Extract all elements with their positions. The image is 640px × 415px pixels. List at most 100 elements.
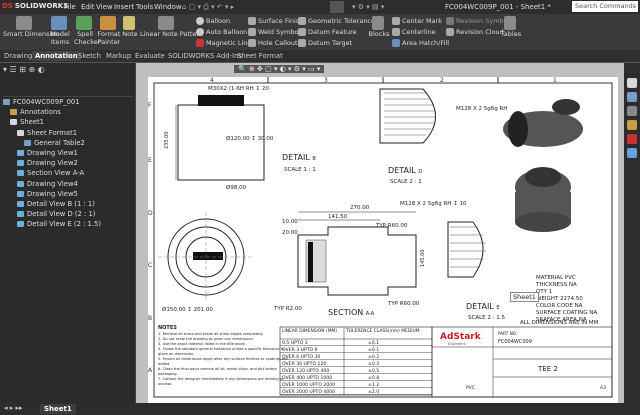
tab-evaluate[interactable]: Evaluate <box>132 51 168 61</box>
appearances-icon[interactable] <box>627 134 637 144</box>
section-view-a-a[interactable]: 270.00 141.50 10.00 20.00 TYP R60.00 TYP… <box>273 205 426 317</box>
table-cell: OVER 3 UPTO 6 <box>282 347 318 353</box>
smart-dimension-button[interactable]: Smart Dimension <box>3 16 59 38</box>
surface-finish-button[interactable]: Surface Finish <box>248 17 303 25</box>
area-hatch-fill-button[interactable]: Area Hatch/Fill <box>392 39 449 47</box>
menu-edit[interactable]: Edit <box>81 3 95 11</box>
blocks-icon <box>372 16 384 30</box>
tree-item[interactable]: Drawing View4 <box>17 180 78 188</box>
auto-balloon-button[interactable]: Auto Balloon <box>196 28 247 36</box>
magnetic-line-button[interactable]: Magnetic Line <box>196 39 251 47</box>
tree-node-icon <box>17 150 24 156</box>
search-commands-input[interactable]: Search Commands <box>572 1 638 12</box>
select-icon[interactable] <box>330 1 344 13</box>
grid-left-a: A <box>148 367 153 374</box>
tree-item[interactable]: Sheet Format1 <box>17 129 77 137</box>
menu-tools[interactable]: Tools <box>136 3 153 11</box>
general-notes[interactable]: NOTES 1. Remove all sharp and break all … <box>158 325 289 386</box>
sheet-size: A3 <box>600 385 606 391</box>
tolerance-table[interactable]: LINEAR DIMENSION (MM) TOLERENCE CLASS(mm… <box>279 326 433 396</box>
tree-item[interactable]: Detail View E (2 : 1.5) <box>17 220 101 228</box>
revision-cloud-icon <box>446 28 454 36</box>
datum-feature-button[interactable]: Datum Feature <box>298 28 357 36</box>
tree-item[interactable]: Sheet1 <box>10 118 44 126</box>
blocks-button[interactable]: Blocks <box>368 16 390 38</box>
design-library-icon[interactable] <box>627 106 637 116</box>
menu-window[interactable]: Window <box>154 3 182 11</box>
tab-drawing[interactable]: Drawing <box>1 51 35 61</box>
filter-icon[interactable]: ▾ ☰ ⊞ ⊕ ◐ <box>3 65 45 74</box>
tree-item[interactable]: Detail View D (2 : 1) <box>17 210 95 218</box>
svg-text:unclear.: unclear. <box>158 382 172 386</box>
tree-item[interactable]: Annotations <box>10 108 61 116</box>
tables-button[interactable]: Tables <box>500 16 522 38</box>
linear-note-pattern-button[interactable]: Linear Note Pattern <box>140 16 203 38</box>
home-icon[interactable] <box>627 78 637 88</box>
detail-d-scale: SCALE 2 : 1 <box>390 179 422 185</box>
grid-left-f: F <box>148 102 152 109</box>
hole-callout-button[interactable]: Hole Callout <box>248 39 298 47</box>
detail-e-label: DETAIL E <box>466 302 500 311</box>
tree-item[interactable]: Drawing View1 <box>17 149 78 157</box>
note-button[interactable]: Note <box>122 16 138 38</box>
menu-file[interactable]: File <box>64 3 76 11</box>
tree-item[interactable]: FC004WC009P_001 <box>3 98 80 106</box>
table-cell: OVER 400 UPTO 1000 <box>282 375 332 381</box>
tree-node-icon <box>17 160 24 167</box>
part-name: TEE 2 <box>537 365 558 373</box>
svg-text:packaging.: packaging. <box>158 372 178 376</box>
spell-checker-button[interactable]: Spell Checker <box>74 16 100 46</box>
tree-node-icon <box>24 139 31 146</box>
heads-up-view-toolbar[interactable]: 🔍 ⊕ ✥ ▢ ▾ ◐ ▾ ⚙ ▾ ▭ ▾ <box>234 65 325 73</box>
centerline-button[interactable]: Centerline <box>392 28 436 36</box>
detail-view-d[interactable]: M128 X 2 5g6g RH DETAIL D SCALE 2 : 1 <box>379 88 507 185</box>
material-cell: PVC <box>466 385 475 391</box>
isometric-model-view[interactable] <box>503 99 583 232</box>
model-items-button[interactable]: Model Items <box>49 16 71 46</box>
tab-sheet-format[interactable]: Sheet Format <box>234 51 286 61</box>
solidworks-logo[interactable]: DS SOLIDWORKS <box>2 2 68 10</box>
typ-r60-top: TYP R60.00 <box>375 223 408 229</box>
dim-270: 270.00 <box>350 205 370 211</box>
tree-item-label: Drawing View1 <box>27 149 78 157</box>
rebuild-icon[interactable]: ▾ ⚙ ▾ ▤ ▾ <box>352 3 384 11</box>
sheet-tab-sheet1[interactable]: Sheet1 <box>40 404 76 414</box>
linear-note-pattern-icon <box>158 16 174 30</box>
tab-markup[interactable]: Markup <box>103 51 134 61</box>
datum-target-button[interactable]: Datum Target <box>298 39 352 47</box>
detail-view-b[interactable]: 235.00 M30X2 (1-6H RH ↧ 20 Ø120.00 ↧ 30.… <box>164 86 316 191</box>
detail-b-label: DETAIL B <box>282 153 316 162</box>
menu-view[interactable]: View <box>96 3 113 11</box>
balloon-icon <box>196 17 204 25</box>
weld-symbol-button[interactable]: Weld Symbol <box>248 28 300 36</box>
svg-text:MATERIAL PVC: MATERIAL PVC <box>536 275 576 281</box>
balloon-button[interactable]: Balloon <box>196 17 230 25</box>
tree-node-icon <box>10 119 17 126</box>
tree-item[interactable]: Drawing View2 <box>17 159 78 167</box>
geometric-tolerance-button[interactable]: Geometric Tolerance <box>298 17 375 25</box>
tree-item-label: Sheet Format1 <box>27 128 78 137</box>
title-block[interactable]: AdStark Engineers PART NO. FC004WC009 TE… <box>431 326 613 398</box>
menu-insert[interactable]: Insert <box>114 3 134 11</box>
tab-solidworks-add-ins[interactable]: SOLIDWORKS Add-Ins <box>165 51 245 61</box>
sheet-nav-icon[interactable]: ◂ ▸ ▸▸ <box>4 404 23 412</box>
revision-cloud-button[interactable]: Revision Cloud <box>446 28 504 36</box>
tab-sketch[interactable]: Sketch <box>75 51 104 61</box>
tree-item[interactable]: Drawing View5 <box>17 190 78 198</box>
center-mark-button[interactable]: Center Mark <box>392 17 442 25</box>
top-view-circle[interactable]: Ø150.00 ↧ 201.00 <box>158 212 254 313</box>
tree-node-icon <box>10 109 17 116</box>
tree-item[interactable]: General Table2 <box>24 139 85 147</box>
svg-text:5. Ensure all dimensions apply: 5. Ensure all dimensions apply after any… <box>158 357 289 361</box>
file-explorer-icon[interactable] <box>627 120 637 130</box>
drawing-content[interactable]: 4 3 2 1 F E D C B A 235.00 M30X2 (1-6H R… <box>148 77 618 403</box>
tree-item-label: Detail View B (1 : 1) <box>27 200 95 208</box>
tab-annotation[interactable]: Annotation <box>32 51 81 61</box>
tree-item[interactable]: Detail View B (1 : 1) <box>17 200 95 208</box>
tree-item[interactable]: Section View A-A <box>17 169 84 177</box>
resources-icon[interactable] <box>627 92 637 102</box>
format-painter-button[interactable]: Format Painter <box>97 16 121 46</box>
datum-feature-icon <box>298 28 306 36</box>
custom-properties-icon[interactable] <box>627 148 637 158</box>
pin-icon[interactable]: ⌂ ▢ ▾ ⎙ ▾ ↶ ▾ ▸ <box>182 3 234 12</box>
